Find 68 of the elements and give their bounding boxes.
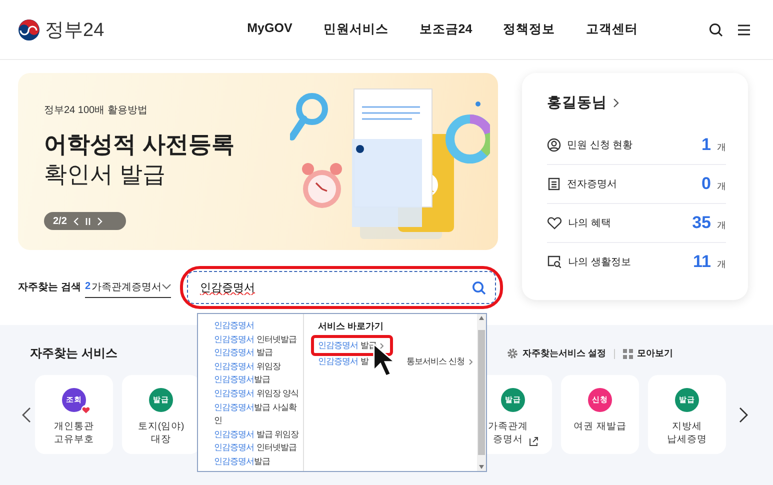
nav-link[interactable]: 고객센터 <box>586 21 638 38</box>
count-unit: 개 <box>717 258 726 271</box>
summary-label[interactable]: 전자증명서 <box>567 177 617 191</box>
count-unit: 개 <box>717 180 726 193</box>
search-field[interactable]: 인감증명서 <box>187 270 496 304</box>
summary-label[interactable]: 민원 신청 현황 <box>567 138 633 152</box>
popular-search-label: 자주찾는 검색 <box>18 281 82 294</box>
suggestion-item[interactable]: 인감증명서 발급 <box>214 346 303 360</box>
chevron-right-icon <box>613 98 619 108</box>
suggestion-item[interactable]: 인감증명서발급 <box>214 454 303 469</box>
shortcuts-title: 서비스 바로가기 <box>318 320 384 333</box>
chevron-right-icon <box>468 358 473 364</box>
promo-banner[interactable]: 정부24 100배 활용방법 어학성적 사전등록 확인서 발급 2/2 <box>18 73 498 250</box>
suggestion-item[interactable]: 인감증명서 위임장 <box>214 360 303 374</box>
summary-count: 11 <box>693 252 711 272</box>
service-label: 개인통관 고유부호 <box>54 420 94 446</box>
suggestion-item[interactable]: 인감증명서발급 <box>214 373 303 387</box>
next-slide-button[interactable] <box>96 216 103 226</box>
banner-title: 어학성적 사전등록 <box>44 130 236 159</box>
suggestion-item[interactable]: 인감증명서 위임장 양식 <box>214 386 303 401</box>
popular-search-dropdown[interactable]: 2가족관계증명서 <box>85 276 171 298</box>
logo-text[interactable]: 정부24 <box>45 16 104 42</box>
document-icon <box>547 177 561 191</box>
count-unit: 개 <box>717 219 726 232</box>
summary-label[interactable]: 나의 생활정보 <box>568 255 631 269</box>
search-icon[interactable] <box>709 22 723 36</box>
suggestion-item[interactable]: 인감증명서 <box>214 319 303 333</box>
scrollbar[interactable] <box>477 314 486 471</box>
chevron-down-icon <box>162 284 171 290</box>
menu-icon[interactable] <box>737 24 751 36</box>
count-unit: 개 <box>717 141 726 154</box>
nav-link[interactable]: 정책정보 <box>503 21 556 38</box>
banner-subtitle: 확인서 발급 <box>44 160 166 189</box>
heart-icon <box>547 216 562 230</box>
suggestion-item[interactable]: 인감증명서발급 사실확인 <box>214 400 303 428</box>
slide-counter: 2/2 <box>53 216 67 226</box>
summary-count: 0 <box>702 174 711 194</box>
service-shortcut-link[interactable]: 인감증명서 발 통보서비스 신청 <box>318 356 473 367</box>
suggestion-item[interactable]: 인감증명서 발급 위임장 <box>214 428 303 442</box>
section-title: 자주찾는 서비스 <box>30 345 118 362</box>
service-label: 토지(임야) 대장 <box>138 420 184 446</box>
banner-eyebrow: 정부24 100배 활용방법 <box>44 104 148 117</box>
suggestion-item[interactable]: 인감증명서 인터넷발급 <box>214 332 303 346</box>
scroll-down-icon[interactable] <box>479 465 484 469</box>
pause-button[interactable] <box>84 218 91 224</box>
service-settings-button[interactable]: 자주찾는서비스 설정 <box>507 347 606 360</box>
chevron-right-icon <box>380 342 384 348</box>
scroll-up-icon[interactable] <box>479 316 484 320</box>
view-all-button[interactable]: 모아보기 <box>623 347 673 360</box>
summary-label[interactable]: 나의 혜택 <box>568 216 611 230</box>
settings-icon <box>507 348 518 359</box>
service-label: 가족관계 증명서 <box>488 420 538 446</box>
nav-link[interactable]: 민원서비스 <box>323 21 388 38</box>
previous-slide-button[interactable] <box>72 216 79 226</box>
summary-count: 1 <box>702 135 711 155</box>
suggestion-item[interactable]: 인감증명서 인터넷발급 <box>214 441 303 455</box>
user-name-link[interactable]: 홍길동님 <box>547 93 619 112</box>
next-button[interactable] <box>739 406 748 422</box>
screen-search-icon <box>547 255 562 269</box>
grid-icon <box>623 348 633 358</box>
summary-count: 35 <box>692 213 711 233</box>
logo-emblem-icon <box>18 18 40 40</box>
previous-button[interactable] <box>22 406 31 422</box>
service-label: 여권 재발급 <box>574 420 626 433</box>
nav-link[interactable]: MyGOV <box>247 21 292 38</box>
service-label: 지방세 납세증명 <box>667 420 707 446</box>
nav-link[interactable]: 보조금24 <box>419 21 472 38</box>
user-circle-icon <box>547 138 561 152</box>
